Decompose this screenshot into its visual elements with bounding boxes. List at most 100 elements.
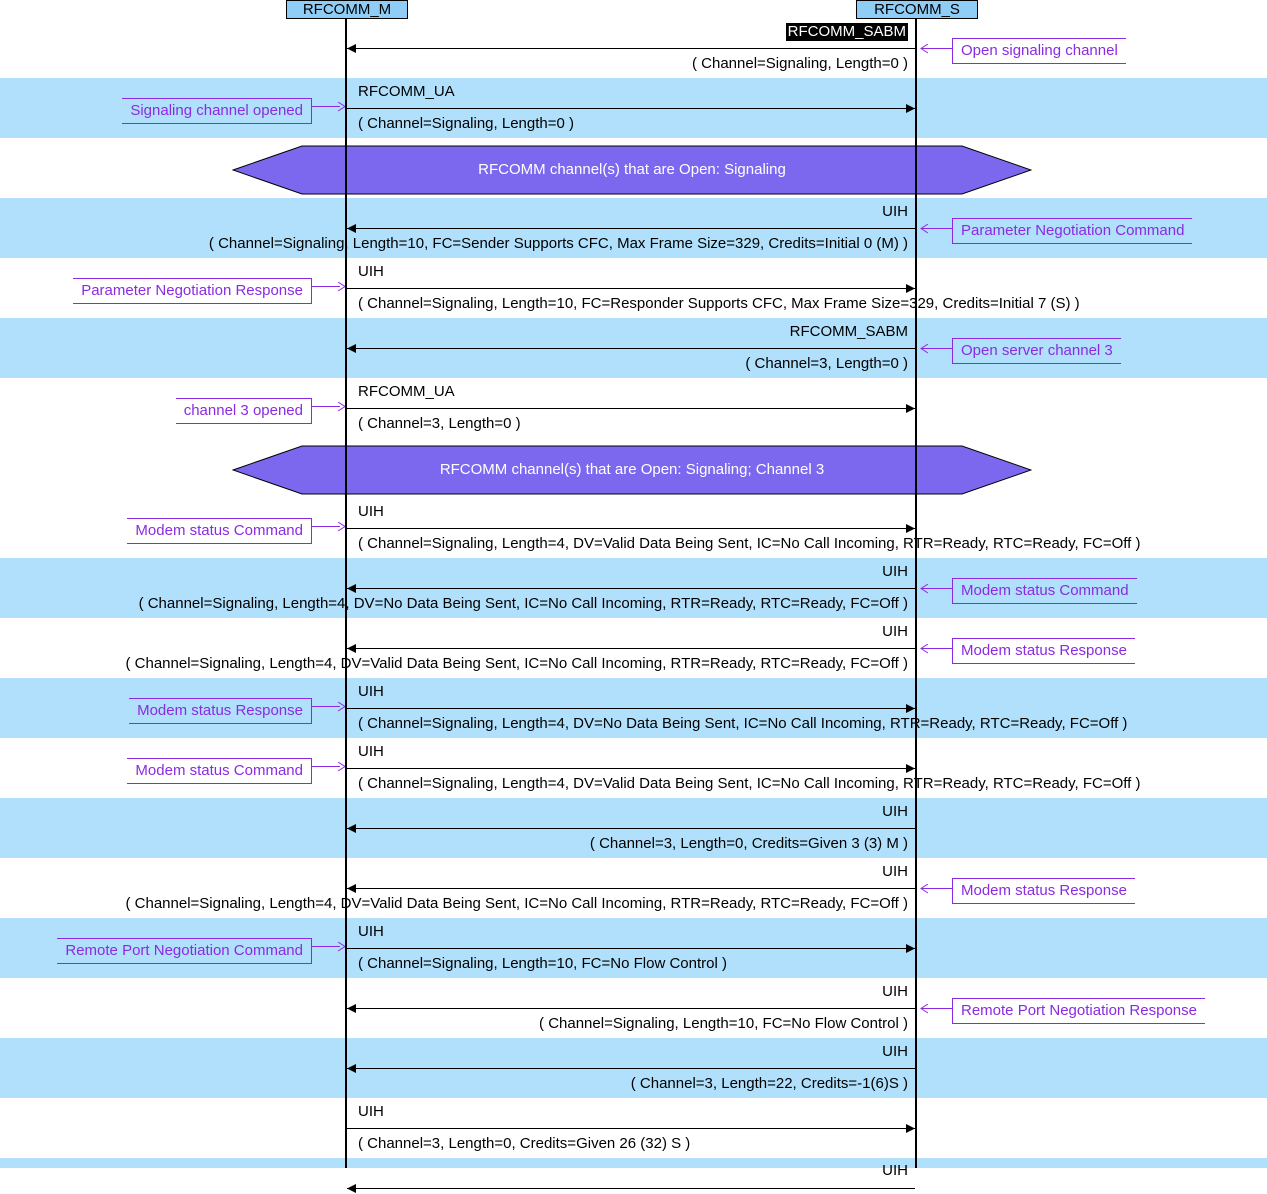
arrowhead-left-icon [347, 224, 356, 233]
note-arrow-left-icon [920, 44, 929, 54]
participant-master: RFCOMM_M [286, 0, 408, 19]
note-annotation: Modem status Response [952, 878, 1135, 904]
note-annotation: Remote Port Negotiation Command [57, 938, 312, 964]
arrowhead-left-icon [347, 584, 356, 593]
message-arrow [347, 228, 915, 229]
note-connector [312, 406, 340, 407]
note-annotation: Modem status Command [127, 518, 312, 544]
message-arrow [347, 768, 915, 769]
row-band [0, 1158, 1267, 1168]
note-annotation: Parameter Negotiation Response [73, 278, 312, 304]
message-name: RFCOMM_SABM [789, 323, 908, 340]
note-annotation: Modem status Command [127, 758, 312, 784]
message-params: ( Channel=3, Length=0, Credits=Given 26 … [358, 1135, 691, 1152]
message-params: ( Channel=Signaling, Length=4, DV=Valid … [358, 775, 1141, 792]
lifeline-slave [915, 18, 917, 1168]
note-connector [312, 706, 340, 707]
message-params: ( Channel=3, Length=22, Credits=-1(6)S ) [630, 1075, 908, 1092]
bottom-margin [0, 1168, 1267, 1186]
message-params: ( Channel=Signaling, Length=4, DV=Valid … [358, 535, 1141, 552]
message-params: ( Channel=Signaling, Length=4, DV=Valid … [125, 655, 909, 672]
message-params: ( Channel=Signaling, Length=4, DV=Valid … [125, 895, 909, 912]
arrowhead-left-icon [347, 824, 356, 833]
message-params: ( Channel=Signaling, Length=10, FC=Sende… [208, 235, 908, 252]
message-arrow [347, 1128, 915, 1129]
note-annotation: Open server channel 3 [952, 338, 1121, 364]
state-banner: RFCOMM channel(s) that are Open: Signali… [232, 145, 1032, 195]
state-text: RFCOMM channel(s) that are Open: Signali… [478, 161, 786, 178]
note-arrow-left-icon [920, 1004, 929, 1014]
note-connector [312, 946, 340, 947]
message-params: ( Channel=Signaling, Length=0 ) [358, 115, 574, 132]
note-arrow-left-icon [920, 344, 929, 354]
message-name: UIH [358, 503, 384, 520]
message-name: UIH [358, 683, 384, 700]
message-params: ( Channel=Signaling, Length=10, FC=Respo… [358, 295, 1080, 312]
message-params: ( Channel=3, Length=0 ) [745, 355, 908, 372]
message-name: UIH [882, 983, 908, 1000]
note-connector [312, 766, 340, 767]
note-connector [312, 286, 340, 287]
message-params: ( Channel=Signaling, Length=0 ) [692, 55, 908, 72]
lifeline-master [345, 18, 347, 1168]
message-arrow [347, 828, 915, 829]
arrowhead-left-icon [347, 344, 356, 353]
arrowhead-left-icon [347, 644, 356, 653]
note-annotation: Remote Port Negotiation Response [952, 998, 1205, 1024]
message-name: UIH [882, 803, 908, 820]
note-connector [312, 106, 340, 107]
arrowhead-left-icon [347, 884, 356, 893]
message-name: RFCOMM_UA [358, 83, 455, 100]
note-arrow-left-icon [920, 584, 929, 594]
message-name: UIH [882, 623, 908, 640]
message-name: UIH [358, 743, 384, 760]
note-arrow-left-icon [920, 224, 929, 234]
state-text: RFCOMM channel(s) that are Open: Signali… [439, 461, 825, 478]
message-params: ( Channel=Signaling, Length=10, FC=No Fl… [539, 1015, 908, 1032]
message-arrow [347, 108, 915, 109]
arrowhead-left-icon [347, 1004, 356, 1013]
note-annotation: Modem status Response [129, 698, 312, 724]
message-name: RFCOMM_SABM [785, 23, 908, 41]
message-name: UIH [882, 863, 908, 880]
note-arrow-left-icon [920, 644, 929, 654]
message-arrow [347, 288, 915, 289]
note-annotation: Parameter Negotiation Command [952, 218, 1193, 244]
arrowhead-left-icon [347, 44, 356, 53]
message-arrow [347, 1188, 915, 1189]
message-name: UIH [358, 923, 384, 940]
message-arrow [347, 708, 915, 709]
message-arrow [347, 1008, 915, 1009]
note-annotation: Modem status Response [952, 638, 1135, 664]
message-name: UIH [882, 203, 908, 220]
note-arrow-left-icon [920, 884, 929, 894]
state-banner: RFCOMM channel(s) that are Open: Signali… [232, 445, 1032, 495]
message-params: ( Channel=3, Length=0, Credits=Given 3 (… [589, 835, 908, 852]
message-params: ( Channel=3, Length=0 ) [358, 415, 521, 432]
participant-slave: RFCOMM_S [856, 0, 978, 19]
note-annotation: Signaling channel opened [122, 98, 312, 124]
message-name: UIH [882, 563, 908, 580]
note-connector [312, 526, 340, 527]
sequence-diagram: RFCOMM_SABM ( Channel=Signaling, Length=0… [0, 0, 1267, 1193]
note-annotation: channel 3 opened [175, 398, 312, 424]
message-params: ( Channel=Signaling, Length=4, DV=No Dat… [138, 595, 908, 612]
message-name: UIH [882, 1043, 908, 1060]
message-arrow [347, 408, 915, 409]
message-arrow [347, 48, 915, 49]
note-annotation: Open signaling channel [952, 38, 1126, 64]
message-name: UIH [358, 1103, 384, 1120]
message-arrow [347, 648, 915, 649]
message-arrow [347, 948, 915, 949]
message-arrow [347, 888, 915, 889]
message-name: RFCOMM_UA [358, 383, 455, 400]
message-params: ( Channel=Signaling, Length=4, DV=No Dat… [358, 715, 1128, 732]
message-arrow [347, 528, 915, 529]
note-annotation: Modem status Command [952, 578, 1137, 604]
message-name: UIH [358, 263, 384, 280]
arrowhead-left-icon [347, 1064, 356, 1073]
message-params: ( Channel=Signaling, Length=10, FC=No Fl… [358, 955, 727, 972]
message-arrow [347, 348, 915, 349]
message-arrow [347, 1068, 915, 1069]
message-name: UIH [882, 1162, 908, 1179]
